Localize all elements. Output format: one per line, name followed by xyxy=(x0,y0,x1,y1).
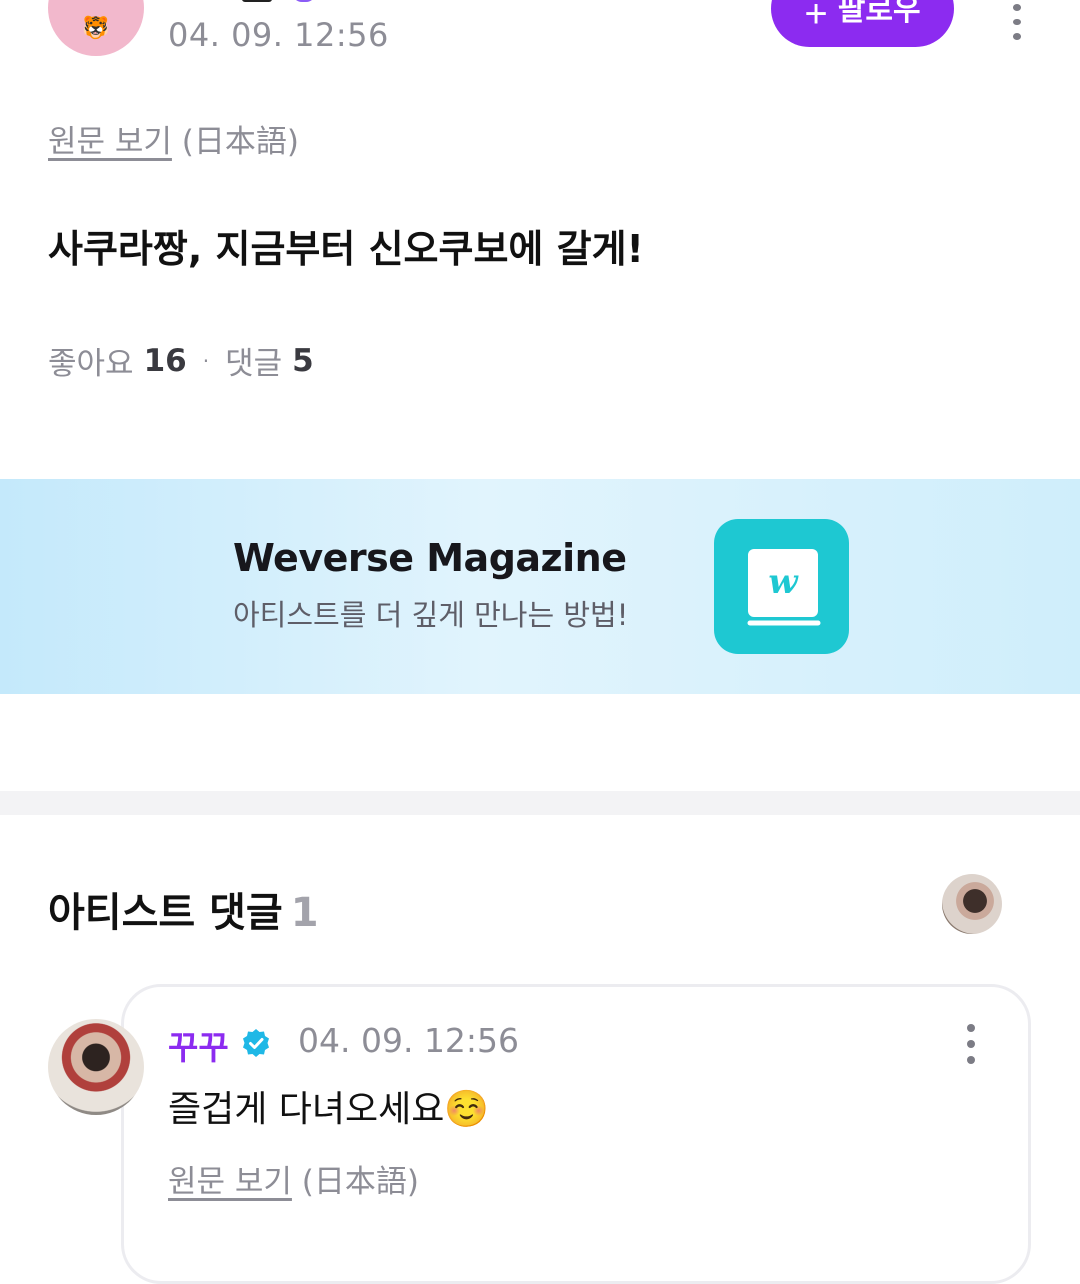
banner-title: Weverse Magazine xyxy=(233,536,627,580)
follow-button[interactable]: + 팔로우 xyxy=(771,0,954,47)
artist-comments-title: 아티스트 댓글 xyxy=(48,890,283,936)
commenter-avatar[interactable] xyxy=(48,1019,144,1115)
commenter-name[interactable]: 꾸꾸 xyxy=(168,1021,229,1069)
post-more-options-icon[interactable] xyxy=(1002,4,1032,41)
comment-more-options-icon[interactable] xyxy=(956,1024,986,1064)
likes-count: 16 xyxy=(143,342,187,379)
artist-comments-count: 1 xyxy=(290,890,319,936)
comment-view-original-row: 원문 보기 (日本語) xyxy=(168,1156,419,1201)
svg-text:w: w xyxy=(768,562,799,602)
view-original-link[interactable]: 원문 보기 xyxy=(48,124,172,160)
comments-count: 5 xyxy=(292,342,314,379)
likes-label[interactable]: 좋아요 xyxy=(48,338,134,383)
verified-badge-icon xyxy=(292,0,316,2)
comment-timestamp: 04. 09. 12:56 xyxy=(298,1021,520,1060)
author-name-fragment xyxy=(242,0,272,2)
weverse-magazine-banner[interactable] xyxy=(0,479,1080,694)
artist-comments-heading: 아티스트 댓글 1 xyxy=(48,880,319,938)
separator-dot: · xyxy=(202,348,210,373)
follow-label: 팔로우 xyxy=(837,0,921,27)
artist-avatar-small[interactable] xyxy=(942,874,1002,934)
weverse-magazine-book-icon: w xyxy=(714,519,849,654)
verified-check-icon xyxy=(241,1028,271,1058)
view-original-row: 원문 보기 (日本語) xyxy=(48,116,299,161)
banner-subtitle: 아티스트를 더 깊게 만나는 방법! xyxy=(233,598,629,632)
comment-text: 즐겁게 다녀오세요☺️ xyxy=(168,1089,490,1130)
post-text: 사쿠라짱, 지금부터 신오쿠보에 갈게! xyxy=(48,227,644,271)
tiger-face-icon: 🐯 xyxy=(82,15,110,41)
comments-label[interactable]: 댓글 xyxy=(225,338,282,383)
comment-original-language: (日本語) xyxy=(301,1164,419,1200)
post-stats: 좋아요 16 · 댓글 5 xyxy=(48,338,314,383)
author-name-cropped xyxy=(172,0,322,6)
original-language: (日本語) xyxy=(181,124,299,160)
post-timestamp: 04. 09. 12:56 xyxy=(168,16,389,54)
comment-view-original-link[interactable]: 원문 보기 xyxy=(168,1164,292,1200)
section-divider xyxy=(0,791,1080,815)
author-avatar[interactable]: 🐯 xyxy=(48,0,144,56)
plus-icon: + xyxy=(804,0,828,36)
